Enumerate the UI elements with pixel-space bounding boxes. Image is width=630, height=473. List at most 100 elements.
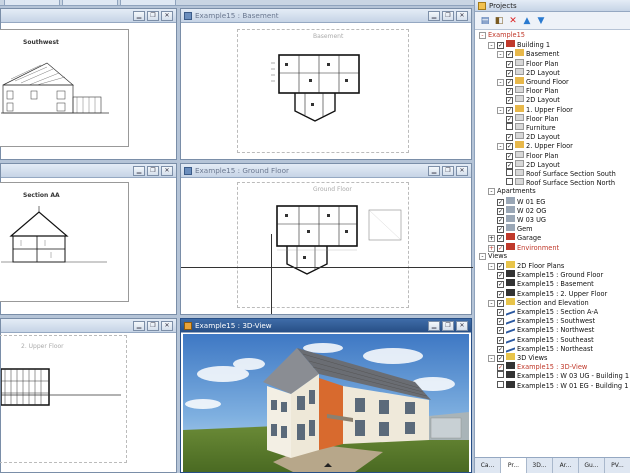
visibility-checkbox[interactable]: ✓ [497,217,504,224]
view-window-section-aa[interactable]: ▁ ❐ ✕ Section AA [0,163,177,315]
visibility-checkbox[interactable] [497,371,504,379]
collapse-icon[interactable]: - [488,263,495,270]
collapse-icon[interactable]: - [488,299,495,307]
visibility-checkbox[interactable]: ✓ [506,97,513,105]
window-titlebar[interactable]: ▁ ❐ ✕ [1,9,176,23]
visibility-checkbox[interactable]: ✓ [497,290,504,298]
tree-item[interactable]: ✓ Floor Plan [506,58,559,68]
close-icon[interactable]: ✕ [456,11,468,21]
delete-icon[interactable]: ✕ [507,15,519,27]
visibility-checkbox[interactable]: ✓ [497,318,504,326]
restore-icon[interactable]: ❐ [147,166,159,176]
window-titlebar[interactable]: ▁ ❐ ✕ [1,319,176,333]
tree-item[interactable]: - ✓ Section and Elevation [488,297,589,307]
document-tab-1[interactable] [4,0,60,6]
tree-item[interactable]: ✓ W 02 OG [497,205,546,215]
tree-item[interactable]: Example15 : W 01 EG - Building 1 - [497,380,630,390]
tree-item[interactable]: + ✓ Garage [488,233,541,243]
expand-icon[interactable]: + [488,244,495,252]
tree-item[interactable]: ✓ Floor Plan [506,113,559,123]
tree-item[interactable]: - Example15 [479,31,525,40]
close-icon[interactable]: ✕ [456,166,468,176]
document-tab-2[interactable] [62,0,118,6]
tree-item[interactable]: ✓ Example15 : Northwest [497,323,594,335]
move-down-icon[interactable]: ▼ [535,15,547,27]
collapse-icon[interactable]: - [497,143,504,151]
tree-item[interactable]: - ✓ 2D Floor Plans [488,261,564,270]
tree-item[interactable]: ✓ Example15 : 2. Upper Floor [497,288,607,298]
restore-icon[interactable]: ❐ [442,321,454,331]
visibility-checkbox[interactable]: ✓ [497,364,504,372]
collapse-icon[interactable]: - [488,355,495,362]
tree-item[interactable]: ✓ 2D Layout [506,132,560,142]
tab-3d[interactable]: 3D... [527,458,553,473]
tree-item[interactable]: ✓ 2D Layout [506,95,560,105]
minimize-icon[interactable]: ▁ [133,321,145,331]
tree-item[interactable]: - ✓ 1. Upper Floor [497,104,573,114]
tree-item[interactable]: - ✓ Building 1 [488,40,550,50]
visibility-checkbox[interactable]: ✓ [497,281,504,289]
tree-item[interactable]: Roof Surface Section North [506,178,615,187]
tab-projects[interactable]: Pr... [501,458,527,473]
visibility-checkbox[interactable]: ✓ [506,115,513,123]
visibility-checkbox[interactable] [506,178,513,186]
visibility-checkbox[interactable] [506,123,513,130]
expand-icon[interactable]: + [488,235,495,243]
tab-guide[interactable]: Gu... [579,458,605,473]
visibility-checkbox[interactable]: ✓ [497,198,504,206]
move-up-icon[interactable]: ▲ [521,15,533,27]
collapse-icon[interactable]: - [497,79,504,86]
tab-pv[interactable]: PV... [605,458,630,473]
view-window-upper-floor[interactable]: ▁ ❐ ✕ 2. Upper Floor [0,318,177,473]
tree-item[interactable]: ✓ Example15 : Southeast [497,332,594,344]
close-icon[interactable]: ✕ [161,321,173,331]
visibility-checkbox[interactable]: ✓ [506,161,513,169]
tree-item[interactable]: ✓ Example15 : 3D-View [497,362,587,372]
close-icon[interactable]: ✕ [161,166,173,176]
collapse-icon[interactable]: - [497,51,504,59]
view-window-southwest[interactable]: ▁ ❐ ✕ Southwest [0,8,177,160]
minimize-icon[interactable]: ▁ [133,11,145,21]
tree-item[interactable]: - ✓ Ground Floor [497,77,569,86]
view-window-basement[interactable]: Example15 : Basement ▁ ❐ ✕ Basement [180,8,472,160]
minimize-icon[interactable]: ▁ [428,11,440,21]
view-window-ground-floor[interactable]: Example15 : Ground Floor ▁ ❐ ✕ Ground Fl… [180,163,473,315]
close-icon[interactable]: ✕ [161,11,173,21]
restore-icon[interactable]: ❐ [442,166,454,176]
tree-item[interactable]: Furniture [506,123,556,132]
visibility-checkbox[interactable]: ✓ [506,134,513,142]
collapse-icon[interactable]: - [488,42,495,50]
tree-item[interactable]: - ✓ 2. Upper Floor [497,141,573,151]
tree-item[interactable]: ✓ Floor Plan [506,86,559,96]
tree-item[interactable]: ✓ W 03 UG [497,215,546,224]
visibility-checkbox[interactable] [506,169,513,176]
minimize-icon[interactable]: ▁ [428,166,440,176]
window-titlebar[interactable]: Example15 : Basement ▁ ❐ ✕ [181,9,471,23]
tree-item[interactable]: - ✓ Basement [497,49,559,59]
visibility-checkbox[interactable]: ✓ [497,299,504,307]
tree-item[interactable]: ✓ Example15 : Basement [497,279,594,289]
window-titlebar[interactable]: Example15 : 3D-View ▁ ❐ ✕ [181,319,471,333]
visibility-checkbox[interactable]: ✓ [497,235,504,243]
visibility-checkbox[interactable]: ✓ [497,327,504,335]
visibility-checkbox[interactable]: ✓ [497,309,504,316]
window-titlebar[interactable]: Example15 : Ground Floor ▁ ❐ ✕ [181,164,471,178]
tree-item[interactable]: - ✓ 3D Views [488,353,547,362]
restore-icon[interactable]: ❐ [147,11,159,21]
visibility-checkbox[interactable]: ✓ [497,244,504,252]
tree-item[interactable]: - Views [479,252,507,261]
visibility-checkbox[interactable]: ✓ [497,226,504,234]
minimize-icon[interactable]: ▁ [133,166,145,176]
tree-item[interactable]: - Apartments [488,187,536,196]
visibility-checkbox[interactable]: ✓ [506,79,513,86]
tree-item[interactable]: ✓ Floor Plan [506,150,559,160]
visibility-checkbox[interactable]: ✓ [497,355,504,362]
document-tab-3[interactable] [120,0,176,6]
collapse-icon[interactable]: - [488,188,495,196]
tab-area[interactable]: Ar... [553,458,579,473]
restore-icon[interactable]: ❐ [442,11,454,21]
tree-item[interactable]: Example15 : W 03 UG - Building 1 - [497,371,630,380]
visibility-checkbox[interactable]: ✓ [506,60,513,68]
tree-item[interactable]: ✓ 2D Layout [506,159,560,169]
visibility-checkbox[interactable]: ✓ [497,42,504,50]
